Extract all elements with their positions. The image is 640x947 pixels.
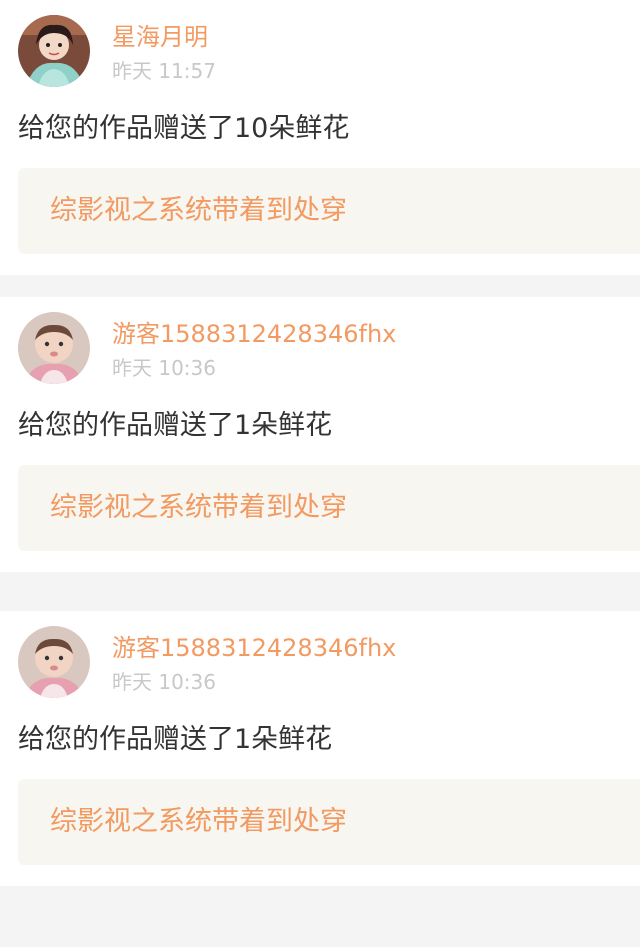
notification-card: 游客1588312428346fhx 昨天 10:36 给您的作品赠送了1朵鲜花… xyxy=(0,297,640,572)
notification-feed: 星海月明 昨天 11:57 给您的作品赠送了10朵鲜花 综影视之系统带着到处穿 … xyxy=(0,0,640,947)
gift-message: 给您的作品赠送了1朵鲜花 xyxy=(18,724,333,755)
work-link[interactable]: 综影视之系统带着到处穿 xyxy=(18,465,640,551)
avatar[interactable] xyxy=(18,15,90,87)
username[interactable]: 游客1588312428346fhx xyxy=(112,633,396,663)
gift-message: 给您的作品赠送了10朵鲜花 xyxy=(18,113,350,144)
timestamp: 昨天 11:57 xyxy=(112,59,216,83)
timestamp: 昨天 10:36 xyxy=(112,356,216,380)
baby-avatar-icon xyxy=(18,312,90,384)
girl-avatar-icon xyxy=(18,15,90,87)
notification-card: 游客1588312428346fhx 昨天 10:36 给您的作品赠送了1朵鲜花… xyxy=(0,611,640,886)
username[interactable]: 星海月明 xyxy=(112,22,208,52)
work-link[interactable]: 综影视之系统带着到处穿 xyxy=(18,168,640,254)
work-title: 综影视之系统带着到处穿 xyxy=(50,492,347,523)
baby-avatar-icon xyxy=(18,626,90,698)
timestamp: 昨天 10:36 xyxy=(112,670,216,694)
avatar[interactable] xyxy=(18,626,90,698)
gift-message: 给您的作品赠送了1朵鲜花 xyxy=(18,410,333,441)
username[interactable]: 游客1588312428346fhx xyxy=(112,319,396,349)
work-link[interactable]: 综影视之系统带着到处穿 xyxy=(18,779,640,865)
work-title: 综影视之系统带着到处穿 xyxy=(50,806,347,837)
avatar[interactable] xyxy=(18,312,90,384)
work-title: 综影视之系统带着到处穿 xyxy=(50,195,347,226)
notification-card: 星海月明 昨天 11:57 给您的作品赠送了10朵鲜花 综影视之系统带着到处穿 xyxy=(0,0,640,275)
